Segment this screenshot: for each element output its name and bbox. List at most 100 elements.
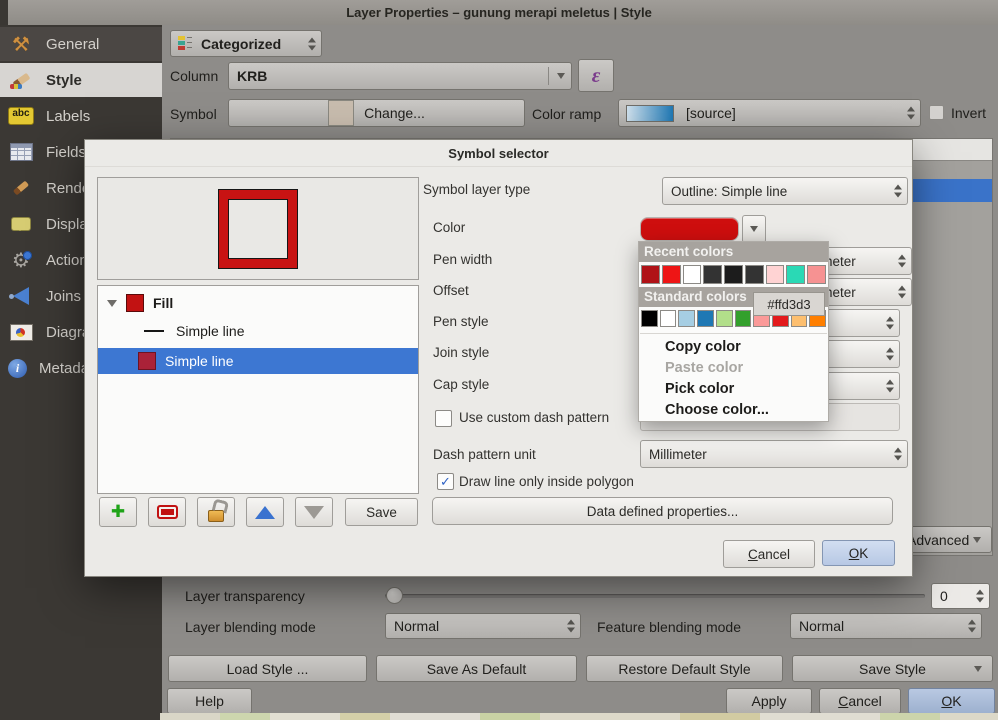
color-swatch[interactable] [683,265,702,284]
color-swatch[interactable] [786,265,805,284]
column-value: KRB [237,68,267,84]
remove-symbol-layer-button[interactable] [148,497,186,527]
tree-row-simple-line-1[interactable]: Simple line [98,318,418,344]
dialog-cancel-button[interactable]: Cancel [723,540,815,568]
custom-dash-checkbox[interactable] [435,410,452,427]
join-style-label: Join style [433,345,489,360]
speech-bubble-icon [8,211,34,237]
lock-color-button[interactable] [197,497,235,527]
color-swatch[interactable] [807,265,826,284]
color-swatch[interactable] [697,310,714,327]
spinner-arrows-icon [898,255,906,268]
window-title: Layer Properties – gunung merapi meletus… [346,5,652,20]
sidebar-item-label: Fields [46,144,86,161]
fill-color-swatch [126,294,144,312]
color-swatch[interactable] [766,265,785,284]
move-up-button[interactable] [246,497,284,527]
save-as-default-button[interactable]: Save As Default [376,655,577,682]
recent-colors-row [639,262,828,287]
renderer-type-combo[interactable]: Categorized [170,30,322,57]
sidebar-item-label: Style [46,72,82,89]
menu-item-copy-color[interactable]: Copy color [639,337,828,358]
sidebar-item-general[interactable]: General [0,27,162,61]
chevron-down-icon [557,73,565,79]
add-symbol-layer-button[interactable] [99,497,137,527]
spinner-arrows-icon [968,620,976,633]
color-swatch[interactable] [724,265,743,284]
spinner-arrows-icon [894,448,902,461]
restore-default-style-button[interactable]: Restore Default Style [586,655,783,682]
line-icon [144,330,164,332]
apply-button[interactable]: Apply [726,688,812,714]
feature-blending-combo[interactable]: Normal [790,613,982,639]
menu-item-paste-color: Paste color [639,358,828,379]
paintbrush-icon [8,67,34,93]
color-swatch-button[interactable] [640,217,739,241]
categorized-icon [178,36,193,51]
symbol-preview-red-outline [219,190,297,268]
expand-triangle-icon[interactable] [107,300,117,307]
color-ramp-combo[interactable]: [source] [618,99,921,127]
invert-checkbox[interactable] [929,105,944,120]
menu-item-pick-color[interactable]: Pick color [639,379,828,400]
sidebar-item-label: Joins [46,288,81,305]
save-style-button[interactable]: Save Style [792,655,993,682]
spinner-arrows-icon [886,317,894,330]
chevron-down-icon [974,666,982,672]
tree-row-fill[interactable]: Fill [98,290,418,316]
recent-colors-header: Recent colors [639,242,828,262]
chevron-down-icon [973,537,981,543]
diagram-icon [8,319,34,345]
color-swatch[interactable] [678,310,695,327]
help-button[interactable]: Help [167,688,252,714]
spinner-arrows-icon [907,107,915,120]
color-swatch[interactable] [716,310,733,327]
save-symbol-button[interactable]: Save [345,498,418,526]
slider-handle[interactable] [386,587,403,604]
cancel-button[interactable]: Cancel [819,688,901,714]
draw-inside-label: Draw line only inside polygon [459,474,634,489]
color-swatch[interactable] [745,265,764,284]
color-swatch[interactable] [703,265,722,284]
cap-style-label: Cap style [433,377,489,392]
menu-item-choose-color[interactable]: Choose color... [639,400,828,421]
color-swatch[interactable] [641,265,660,284]
window-titlebar: Layer Properties – gunung merapi meletus… [0,0,998,25]
brush-icon [8,175,34,201]
color-swatch[interactable] [641,310,658,327]
layer-properties-window: Layer Properties – gunung merapi meletus… [0,0,998,720]
dash-pattern-unit-combo[interactable]: Millimeter [640,440,908,468]
ok-button[interactable]: OK [908,688,995,714]
renderer-type-value: Categorized [201,36,281,52]
column-combo[interactable]: KRB [228,62,572,90]
symbol-preview-swatch [328,100,354,126]
transparency-slider[interactable] [385,586,925,606]
data-defined-properties-button[interactable]: Data defined properties... [432,497,893,525]
dialog-ok-button[interactable]: OK [822,540,895,566]
gear-play-icon [8,247,34,273]
load-style-button[interactable]: Load Style ... [168,655,367,682]
color-dropdown-button[interactable] [742,215,766,243]
sidebar-item-labels[interactable]: abc Labels [0,99,162,133]
draw-inside-checkbox[interactable]: ✓ [437,473,454,490]
layer-transparency-label: Layer transparency [185,585,305,607]
column-label: Column [170,62,218,90]
color-swatch[interactable] [735,310,752,327]
color-dropdown-menu: Recent colors Standard colors Copy [638,241,829,422]
offset-label: Offset [433,283,469,298]
expression-builder-button[interactable]: ε [578,59,614,92]
move-down-button[interactable] [295,497,333,527]
sidebar-item-style[interactable]: Style [0,63,162,97]
symbol-layer-type-combo[interactable]: Outline: Simple line [662,177,908,205]
advanced-label: Advanced [907,532,969,548]
color-swatch[interactable] [660,310,677,327]
menu-separator [640,333,827,334]
tree-row-simple-line-2[interactable]: Simple line [98,348,418,374]
transparency-spinbox[interactable]: 0 [931,583,990,609]
symbol-change-button[interactable]: Change... [228,99,525,127]
layer-blending-combo[interactable]: Normal [385,613,581,639]
feature-blending-label: Feature blending mode [597,616,741,638]
join-arrow-icon [8,283,34,309]
symbol-label: Symbol [170,100,217,128]
color-swatch[interactable] [662,265,681,284]
